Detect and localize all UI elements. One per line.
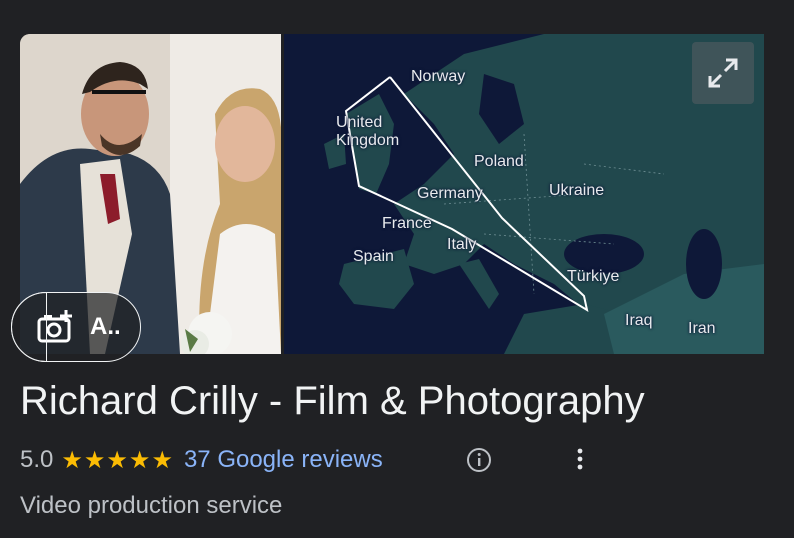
reviews-link[interactable]: 37 Google reviews <box>184 446 383 474</box>
map-label-norway: Norway <box>411 68 466 85</box>
add-photo-button[interactable]: A.. <box>11 292 141 362</box>
rating-value: 5.0 <box>20 446 54 473</box>
rating-row: 5.0 ★★★★★ 37 Google reviews <box>20 443 383 477</box>
map-label-poland: Poland <box>474 153 524 170</box>
more-vert-icon[interactable] <box>570 447 590 478</box>
expand-map-button[interactable] <box>692 42 754 104</box>
business-name: Richard Crilly - Film & Photography <box>20 379 645 423</box>
button-ring <box>11 292 47 362</box>
map-label-iraq: Iraq <box>625 312 653 329</box>
map-label-turkiye: Türkiye <box>567 268 620 285</box>
add-photo-label: A.. <box>90 313 121 340</box>
map-label-italy: Italy <box>447 236 477 253</box>
map-label-spain: Spain <box>353 248 394 265</box>
map-label-iran: Iran <box>688 320 716 337</box>
business-category: Video production service <box>20 492 283 519</box>
map-label-france: France <box>382 215 432 232</box>
expand-icon <box>708 58 738 88</box>
map-label-ukraine: Ukraine <box>549 182 605 199</box>
info-icon[interactable] <box>466 447 492 478</box>
map-label-uk: United Kingdom <box>336 114 400 149</box>
star-rating: ★★★★★ <box>61 446 174 474</box>
map-label-germany: Germany <box>417 185 483 202</box>
